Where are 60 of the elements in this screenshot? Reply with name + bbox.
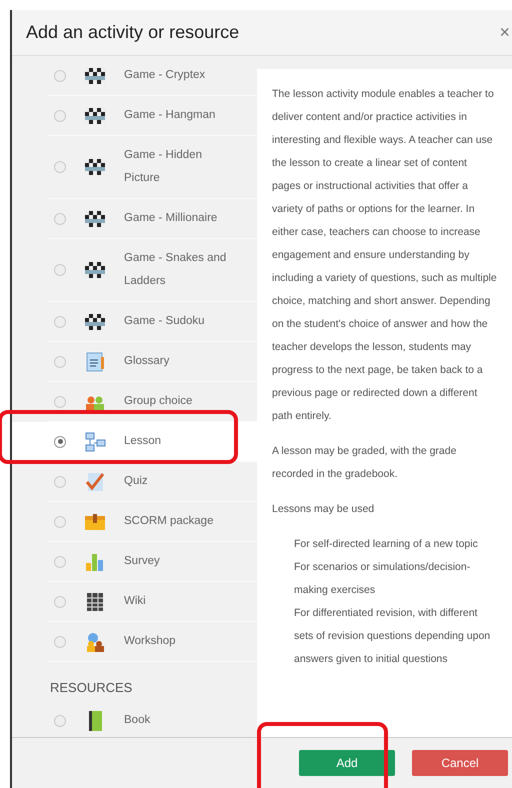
option-label: Game - Snakes and Ladders [124, 251, 228, 289]
usage-item: For self-directed learning of a new topic [293, 537, 479, 552]
radio-button[interactable] [54, 264, 66, 276]
activity-option[interactable]: Game - Hangman [48, 96, 257, 136]
checkmark-icon [84, 470, 106, 492]
option-label: Game - Hidden Picture [124, 148, 203, 186]
description-paragraph: The lesson activity module enables a teacher to deliver content and/or practice activities in interesting and flexible ways. A teacher can use the lesson to create a linear set of content pages or instructional activities that offer a variety of paths or options for the learner. In either case, teachers can choose to increase engagement and ensure understanding by including a variety of questions, such as multiple choice, matching and short answer. Depending on the student's choice of answer and how the teacher develops the lesson, students may progress to the next page, be taken back to a previous page or redirected down a different path entirely. [272, 87, 498, 424]
option-label: Quiz [124, 474, 148, 489]
option-label: Wiki [124, 594, 146, 609]
activity-option[interactable]: Quiz [48, 462, 257, 502]
radio-button[interactable] [54, 316, 66, 328]
people-icon [84, 630, 106, 652]
radio-button[interactable] [54, 636, 66, 648]
radio-button[interactable] [54, 110, 66, 122]
radio-button[interactable] [54, 70, 66, 82]
add-button[interactable]: Add [299, 750, 395, 776]
option-label: Game - Millionaire [124, 211, 218, 226]
flowchart-icon [84, 430, 106, 452]
option-label: Survey [124, 554, 160, 569]
option-label: Glossary [124, 354, 170, 369]
option-label: Book [124, 713, 150, 728]
book-page-icon [84, 350, 106, 372]
checkerboard-icon [84, 156, 106, 178]
cancel-button[interactable]: Cancel [412, 750, 508, 776]
activity-option[interactable]: Game - Millionaire [48, 199, 257, 239]
option-label: Group choice [124, 394, 192, 409]
activity-option[interactable]: Workshop [48, 622, 257, 662]
usage-item: For scenarios or simulations/decision-making exercises [293, 560, 472, 598]
description-paragraph: Lessons may be used [272, 502, 376, 517]
radio-button[interactable] [54, 436, 66, 448]
radio-button[interactable] [54, 161, 66, 173]
radio-button[interactable] [54, 356, 66, 368]
option-label: Game - Hangman [124, 108, 216, 123]
radio-button[interactable] [54, 516, 66, 528]
section-heading: RESOURCES [50, 680, 134, 695]
activity-option[interactable]: Lesson [12, 422, 257, 462]
activity-option[interactable]: Game - Sudoku [48, 302, 257, 342]
radio-button[interactable] [54, 714, 66, 726]
radio-button[interactable] [54, 596, 66, 608]
checkerboard-icon [84, 259, 106, 281]
usage-item: For differentiated revision, with different sets of revision questions depending upon answers given to initial questions [293, 606, 492, 667]
activity-option[interactable]: Game - Hidden Picture [48, 136, 257, 199]
activity-option[interactable]: Game - Cryptex [48, 56, 257, 96]
radio-button[interactable] [54, 476, 66, 488]
close-button[interactable]: × [497, 22, 512, 43]
option-label: SCORM package [124, 514, 214, 529]
option-label: Workshop [124, 634, 176, 649]
activity-option[interactable]: Wiki [48, 582, 257, 622]
option-label: Game - Sudoku [124, 314, 205, 329]
activity-option[interactable]: Game - Snakes and Ladders [48, 239, 257, 302]
dialog-title: Add an activity or resource [26, 22, 240, 43]
description-paragraph: A lesson may be graded, with the grade recorded in the gradebook. [272, 444, 458, 482]
activity-option[interactable]: Glossary [48, 342, 257, 382]
radio-button[interactable] [54, 556, 66, 568]
option-label: Lesson [124, 434, 162, 449]
activity-option[interactable]: Survey [48, 542, 257, 582]
radio-button[interactable] [54, 212, 66, 224]
activity-option[interactable]: SCORM package [48, 502, 257, 542]
option-label: Game - Cryptex [124, 68, 206, 83]
radio-button[interactable] [54, 396, 66, 408]
